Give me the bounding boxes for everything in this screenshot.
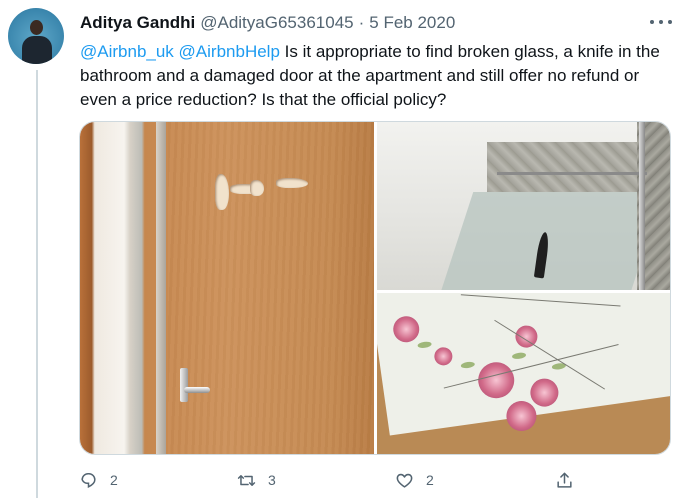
floral-glass-mat [377, 293, 670, 436]
leaf [460, 361, 476, 369]
thread-line [36, 70, 38, 498]
door-dent [276, 178, 308, 188]
bathroom-tiles [487, 142, 637, 192]
flower [475, 359, 517, 401]
share-button[interactable] [555, 468, 574, 492]
author-handle[interactable]: @AdityaG65361045 [200, 13, 353, 33]
share-icon [557, 472, 572, 488]
media-grid [79, 121, 671, 455]
photo-bathroom-knife[interactable] [377, 122, 670, 290]
flower [528, 376, 561, 409]
tweet-header: Aditya Gandhi @AdityaG65361045 · 5 Feb 2… [80, 13, 455, 35]
door-dent [215, 174, 229, 210]
avatar[interactable] [8, 8, 64, 64]
glass-crack [460, 294, 621, 307]
tweet-actions: 2 3 2 [79, 468, 599, 492]
like-count: 2 [426, 472, 434, 488]
shower-rail [497, 172, 647, 175]
door-handle-plate [180, 368, 188, 402]
photo-broken-glass[interactable] [377, 293, 670, 454]
mention-airbnb-help[interactable]: @AirbnbHelp [179, 42, 280, 61]
like-button[interactable]: 2 [395, 468, 434, 492]
bathroom-floor [440, 192, 664, 290]
flower [504, 399, 539, 433]
header-separator: · [358, 13, 365, 32]
author-name[interactable]: Aditya Gandhi [80, 13, 195, 33]
tweet-text: @Airbnb_uk @AirbnbHelp Is it appropriate… [80, 40, 676, 112]
flower [433, 346, 454, 367]
door-handle-lever [184, 387, 210, 393]
retweet-button[interactable]: 3 [237, 468, 276, 492]
leaf [511, 351, 527, 360]
flower [391, 314, 421, 344]
more-icon[interactable] [650, 12, 672, 32]
shower-pole [639, 122, 645, 290]
door-dent [250, 180, 264, 196]
door-wood-grain [168, 122, 374, 454]
reply-button[interactable]: 2 [79, 468, 118, 492]
reply-count: 2 [110, 472, 118, 488]
door-edge [156, 122, 166, 454]
reply-icon [81, 472, 96, 488]
avatar-body [22, 36, 52, 64]
photo-damaged-door[interactable] [80, 122, 374, 454]
retweet-icon [237, 474, 256, 486]
avatar-head [30, 20, 43, 35]
leaf [417, 340, 432, 349]
retweet-count: 3 [268, 472, 276, 488]
tweet-date[interactable]: 5 Feb 2020 [369, 13, 455, 33]
mention-airbnb-uk[interactable]: @Airbnb_uk [80, 42, 174, 61]
like-icon [396, 473, 413, 488]
